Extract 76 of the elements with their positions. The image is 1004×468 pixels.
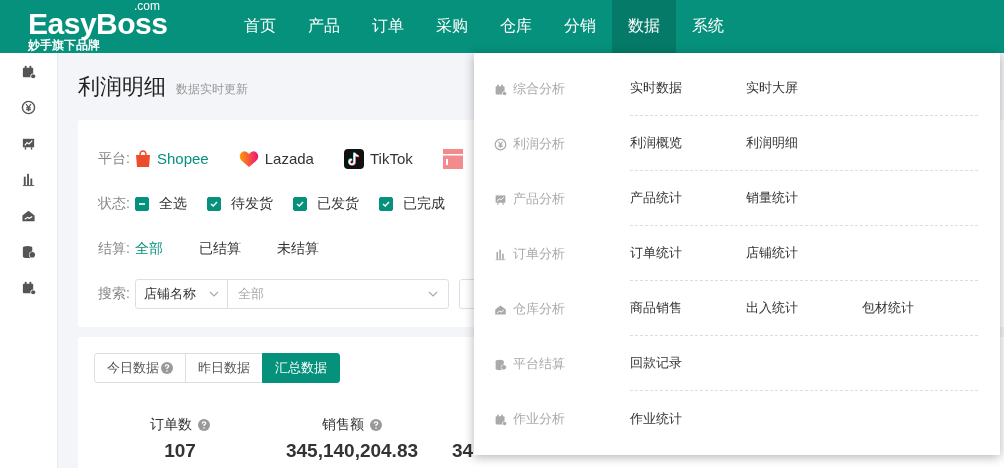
menu-link[interactable]: 产品统计 bbox=[630, 189, 746, 207]
menu-group-title: 综合分析 bbox=[513, 79, 565, 98]
filter-label: 状态: bbox=[98, 194, 131, 213]
checkbox[interactable] bbox=[293, 196, 307, 211]
checkbox-label: 待发货 bbox=[231, 194, 273, 213]
menu-link[interactable]: 包材统计 bbox=[862, 299, 978, 317]
nav-tab[interactable]: 数据 bbox=[612, 0, 676, 53]
coins-icon bbox=[494, 357, 507, 370]
coins-icon[interactable] bbox=[21, 244, 36, 259]
menu-group-title: 平台结算 bbox=[513, 354, 565, 373]
filter-label: 搜索: bbox=[98, 284, 131, 303]
nav-tab[interactable]: 采购 bbox=[420, 0, 484, 53]
nav-tab[interactable]: 仓库 bbox=[484, 0, 548, 53]
platform-option[interactable]: Lazada bbox=[238, 149, 314, 168]
calendar-icon[interactable] bbox=[21, 64, 36, 79]
filter-option[interactable]: 未结算 bbox=[277, 239, 319, 258]
stat-value: 107 bbox=[164, 440, 196, 462]
filter-label: 平台: bbox=[98, 149, 131, 168]
chart-board-icon bbox=[494, 192, 507, 205]
yen-icon bbox=[494, 137, 507, 150]
menu-group-title: 仓库分析 bbox=[513, 299, 565, 318]
checkbox-label: 已完成 bbox=[403, 194, 445, 213]
nav-tab[interactable]: 订单 bbox=[356, 0, 420, 53]
menu-link[interactable]: 实时数据 bbox=[630, 79, 746, 97]
menu-link[interactable]: 作业统计 bbox=[630, 409, 746, 428]
calendar-icon bbox=[494, 412, 507, 425]
help-icon bbox=[198, 419, 210, 431]
filter-option[interactable]: 全部 bbox=[135, 239, 163, 258]
logo-tagline: 妙手旗下品牌 bbox=[28, 38, 100, 53]
yen-icon[interactable] bbox=[21, 100, 36, 115]
chart-board-icon[interactable] bbox=[21, 136, 36, 151]
menu-group-title: 利润分析 bbox=[513, 134, 565, 153]
stat-label: 订单数 bbox=[150, 416, 192, 434]
menu-link[interactable]: 商品销售 bbox=[630, 299, 746, 317]
menu-group-title: 作业分析 bbox=[513, 409, 565, 428]
filter-option[interactable]: 已结算 bbox=[199, 239, 241, 258]
menu-link[interactable]: 实时大屏 bbox=[746, 79, 862, 97]
filter-label: 结算: bbox=[98, 239, 131, 258]
menu-link[interactable]: 订单统计 bbox=[630, 244, 746, 262]
nav-tab[interactable]: 首页 bbox=[228, 0, 292, 53]
stat-value: 345,140,204.83 bbox=[285, 440, 419, 462]
menu-link[interactable]: 店铺统计 bbox=[746, 244, 862, 262]
platform-option[interactable]: TikTok bbox=[343, 148, 413, 169]
menu-link[interactable]: 回款记录 bbox=[630, 354, 746, 372]
data-tab[interactable]: 今日数据 bbox=[94, 353, 186, 383]
help-icon bbox=[370, 419, 382, 431]
house-icon[interactable] bbox=[21, 208, 36, 223]
nav-tab[interactable]: 分销 bbox=[548, 0, 612, 53]
calendar-icon bbox=[494, 82, 507, 95]
shopping-bag-icon bbox=[135, 149, 151, 168]
menu-link[interactable]: 利润明细 bbox=[746, 134, 862, 152]
stat-label: 销售额 bbox=[322, 416, 364, 434]
bar-chart-icon bbox=[494, 247, 507, 260]
checkbox-label: 已发货 bbox=[317, 194, 359, 213]
checkbox[interactable] bbox=[135, 196, 149, 211]
stat-value: 34 bbox=[452, 440, 474, 462]
menu-link[interactable]: 销量统计 bbox=[746, 189, 862, 207]
calendar-icon[interactable] bbox=[21, 280, 36, 295]
nav-tab[interactable]: 系统 bbox=[676, 0, 740, 53]
data-tab[interactable]: 汇总数据 bbox=[262, 353, 340, 383]
music-note-icon bbox=[343, 148, 364, 169]
checkbox[interactable] bbox=[207, 196, 221, 211]
checkbox[interactable] bbox=[379, 196, 393, 211]
platform-option[interactable]: Shopee bbox=[135, 149, 209, 168]
heart-icon bbox=[238, 149, 259, 168]
page-title: 利润明细 bbox=[78, 72, 166, 101]
bar-chart-icon[interactable] bbox=[21, 172, 36, 187]
menu-group-title: 产品分析 bbox=[513, 189, 565, 208]
checkbox-label: 全选 bbox=[159, 194, 187, 213]
house-icon bbox=[494, 302, 507, 315]
menu-group-title: 订单分析 bbox=[513, 244, 565, 263]
menu-link[interactable]: 利润概览 bbox=[630, 134, 746, 152]
nav-tab[interactable]: 产品 bbox=[292, 0, 356, 53]
menu-link[interactable]: 出入统计 bbox=[746, 299, 862, 317]
page-subtitle: 数据实时更新 bbox=[176, 81, 248, 98]
logo-suffix: .com bbox=[134, 1, 160, 11]
